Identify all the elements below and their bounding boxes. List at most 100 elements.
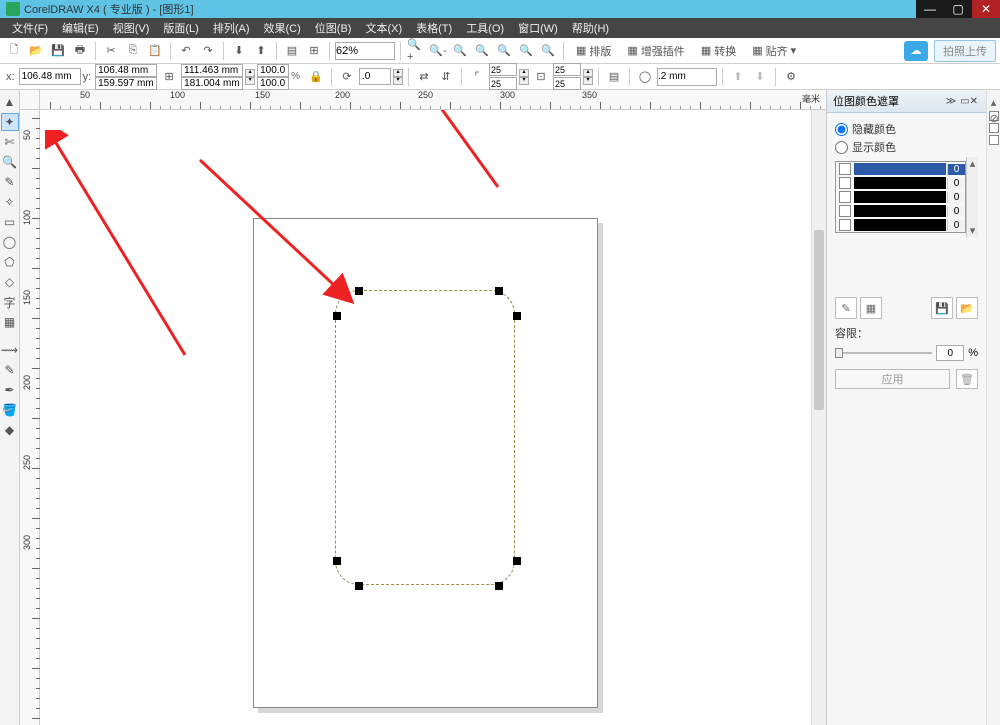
eyedropper-tool-icon[interactable]: ✎: [1, 361, 19, 379]
docker-close-icon[interactable]: ▭✕: [958, 96, 980, 107]
interactive-fill-tool-icon[interactable]: ◆: [1, 421, 19, 439]
zoom-height-icon[interactable]: 🔍: [538, 41, 558, 61]
to-back-icon[interactable]: ⬇: [750, 67, 770, 87]
zoom-all-icon[interactable]: 🔍: [450, 41, 470, 61]
cloud-icon[interactable]: ☁: [904, 41, 928, 61]
y-input[interactable]: [95, 77, 157, 90]
rectangle-tool-icon[interactable]: ▭: [1, 213, 19, 231]
menu-text[interactable]: 文本(X): [359, 18, 408, 38]
ruler-horizontal[interactable]: 50 100 150 200 250 300 350 毫米: [40, 90, 826, 110]
show-color-radio[interactable]: 显示颜色: [835, 139, 978, 155]
swatch-row[interactable]: 0: [836, 176, 965, 190]
menu-help[interactable]: 帮助(H): [566, 18, 615, 38]
height-input[interactable]: [181, 77, 243, 90]
menu-arrange[interactable]: 排列(A): [207, 18, 256, 38]
corner-br-input[interactable]: [553, 77, 581, 90]
scrollbar-thumb[interactable]: [814, 230, 824, 410]
swatch-row[interactable]: 0: [836, 204, 965, 218]
upload-button[interactable]: 拍照上传: [934, 40, 996, 62]
pick-tool-icon[interactable]: ▲: [1, 93, 19, 111]
delete-button[interactable]: 🗑: [956, 369, 978, 389]
x-input-top[interactable]: [95, 64, 157, 77]
welcome-icon[interactable]: ⊞: [304, 41, 324, 61]
wrap-text-icon[interactable]: ▤: [604, 67, 624, 87]
menu-effects[interactable]: 效果(C): [258, 18, 307, 38]
zoom-tool-icon[interactable]: 🔍: [1, 153, 19, 171]
swatch-row[interactable]: 0: [836, 218, 965, 232]
ellipse-tool-icon[interactable]: ◯: [1, 233, 19, 251]
menu-table[interactable]: 表格(T): [410, 18, 458, 38]
swatch-row[interactable]: 0: [836, 162, 965, 176]
smart-draw-tool-icon[interactable]: ✧: [1, 193, 19, 211]
menu-view[interactable]: 视图(V): [107, 18, 156, 38]
scale-y-input[interactable]: [257, 77, 289, 90]
crop-tool-icon[interactable]: ✄: [1, 133, 19, 151]
corner-tr-input[interactable]: [553, 63, 581, 76]
drawing-canvas[interactable]: [40, 110, 826, 725]
corner-tl-input[interactable]: [489, 63, 517, 76]
open-mask-button[interactable]: 📂: [956, 297, 978, 319]
node-handle[interactable]: [513, 312, 521, 320]
open-icon[interactable]: 📂: [26, 41, 46, 61]
import-icon[interactable]: ⬇: [229, 41, 249, 61]
ruler-vertical[interactable]: 50 100 150 200 250 300: [20, 110, 40, 725]
color-swatch[interactable]: [989, 123, 999, 133]
menu-tools[interactable]: 工具(O): [460, 18, 510, 38]
vertical-scrollbar[interactable]: [811, 110, 826, 725]
rounded-rectangle-shape[interactable]: [335, 290, 515, 585]
export-icon[interactable]: ⬆: [251, 41, 271, 61]
outline-tool-icon[interactable]: ✒: [1, 381, 19, 399]
new-icon[interactable]: 🗋: [4, 41, 24, 61]
copy-icon[interactable]: ⎘: [123, 41, 143, 61]
corner-bl-input[interactable]: [489, 77, 517, 90]
rotation-input[interactable]: [359, 68, 391, 85]
tolerance-input[interactable]: [936, 345, 964, 361]
fill-tool-icon[interactable]: 🪣: [1, 401, 19, 419]
zoom-out-icon[interactable]: 🔍-: [428, 41, 448, 61]
apply-button[interactable]: 应用: [835, 369, 950, 389]
node-handle[interactable]: [495, 287, 503, 295]
snap-button[interactable]: ▦贴齐▾: [745, 40, 803, 62]
hide-color-radio[interactable]: 隐藏颜色: [835, 121, 978, 137]
redo-icon[interactable]: ↷: [198, 41, 218, 61]
save-icon[interactable]: 💾: [48, 41, 68, 61]
swatch-scrollbar[interactable]: ▴▾: [966, 157, 978, 237]
width-input[interactable]: [181, 64, 243, 77]
paste-icon[interactable]: 📋: [145, 41, 165, 61]
minimize-button[interactable]: —: [916, 0, 944, 18]
color-swatch[interactable]: [989, 135, 999, 145]
text-tool-icon[interactable]: 字: [1, 293, 19, 311]
convert-curve-icon[interactable]: ⚙: [781, 67, 801, 87]
basic-shapes-tool-icon[interactable]: ◇: [1, 273, 19, 291]
color-palette-rail[interactable]: ▴ ⊘: [986, 90, 1000, 725]
tolerance-slider[interactable]: [835, 352, 932, 354]
cut-icon[interactable]: ✂: [101, 41, 121, 61]
freehand-tool-icon[interactable]: ✎: [1, 173, 19, 191]
to-front-icon[interactable]: ⬆: [728, 67, 748, 87]
zoom-fit-icon[interactable]: 🔍: [494, 41, 514, 61]
table-tool-icon[interactable]: ▦: [1, 313, 19, 331]
print-icon[interactable]: 🖶: [70, 41, 90, 61]
slider-thumb[interactable]: [835, 348, 843, 358]
menu-bitmaps[interactable]: 位图(B): [309, 18, 358, 38]
docker-expand-icon[interactable]: ≫: [944, 96, 958, 107]
zoom-page-icon[interactable]: 🔍: [472, 41, 492, 61]
polygon-tool-icon[interactable]: ⬠: [1, 253, 19, 271]
outline-width-select[interactable]: [657, 68, 717, 86]
lock-ratio-icon[interactable]: 🔒: [306, 67, 326, 87]
app-launcher-icon[interactable]: ▤: [282, 41, 302, 61]
no-color-swatch[interactable]: ⊘: [989, 111, 999, 121]
color-swatch-list[interactable]: 0 0 0 0 0: [835, 161, 966, 233]
node-handle[interactable]: [355, 582, 363, 590]
menu-file[interactable]: 文件(F): [6, 18, 54, 38]
edit-color-button[interactable]: ▦: [860, 297, 882, 319]
corner-lock-icon[interactable]: ⊡: [531, 67, 551, 87]
scale-x-input[interactable]: [257, 64, 289, 77]
shape-tool-icon[interactable]: ✦: [1, 113, 19, 131]
undo-icon[interactable]: ↶: [176, 41, 196, 61]
zoom-input[interactable]: [335, 42, 395, 60]
convert-button[interactable]: ▦转换: [694, 40, 743, 62]
corner-type-icon[interactable]: ⌜: [467, 67, 487, 87]
zoom-in-icon[interactable]: 🔍+: [406, 41, 426, 61]
blend-tool-icon[interactable]: ⟿: [1, 341, 19, 359]
